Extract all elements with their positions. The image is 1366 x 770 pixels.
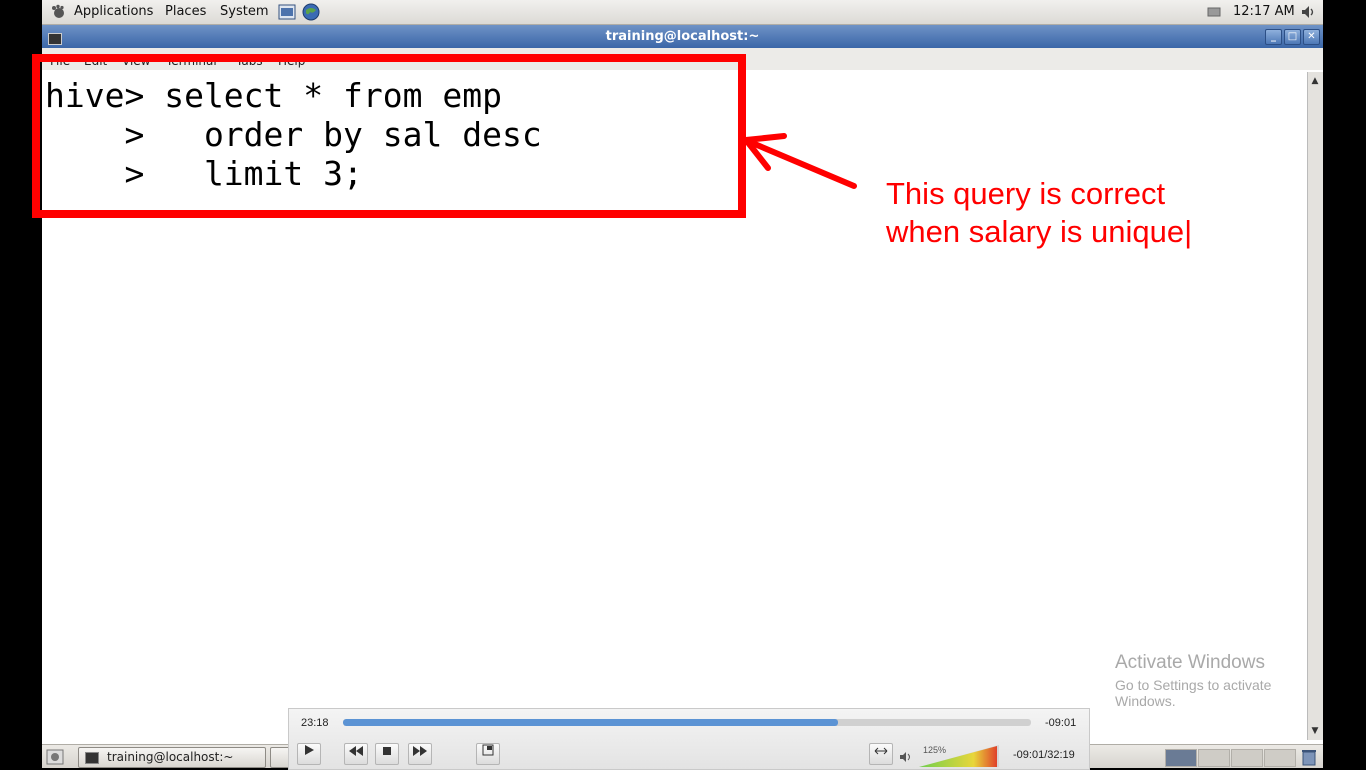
menu-file[interactable]: File xyxy=(50,54,70,68)
terminal-scrollbar[interactable]: ▲ ▼ xyxy=(1307,72,1323,740)
volume-icon[interactable] xyxy=(1300,4,1316,20)
stop-button[interactable] xyxy=(375,743,399,765)
desktop-screen: Applications Places System 12:17 AM trai… xyxy=(42,0,1323,768)
workspace-2[interactable] xyxy=(1198,749,1230,767)
menu-view[interactable]: View xyxy=(122,54,150,68)
seek-bar[interactable] xyxy=(343,719,1031,726)
video-player-controls: 23:18 -09:01 125% -09:01/32:19 xyxy=(288,708,1090,770)
show-desktop-icon[interactable] xyxy=(46,748,64,766)
menu-edit[interactable]: Edit xyxy=(84,54,107,68)
web-browser-launcher-icon[interactable] xyxy=(302,3,320,21)
activate-windows-title: Activate Windows xyxy=(1115,652,1265,673)
loop-button[interactable] xyxy=(869,743,893,765)
next-button[interactable] xyxy=(408,743,432,765)
top-panel: Applications Places System 12:17 AM xyxy=(42,0,1323,25)
scroll-down-icon[interactable]: ▼ xyxy=(1310,726,1320,736)
terminal-output[interactable]: hive> select * from emp > order by sal d… xyxy=(42,70,1306,740)
workspace-3[interactable] xyxy=(1231,749,1263,767)
play-icon xyxy=(305,745,314,755)
annotation-arrow-icon xyxy=(743,133,857,189)
terminal-line: hive> select * from emp xyxy=(45,76,502,115)
taskbar-terminal-label: training@localhost:~ xyxy=(107,750,234,764)
terminal-menubar: File Edit View Terminal Tabs Help xyxy=(42,48,1323,70)
clock[interactable]: 12:17 AM xyxy=(1233,3,1295,21)
annotation-text-line-1: This query is correct xyxy=(886,176,1166,211)
window-titlebar[interactable]: training@localhost:~ _ □ ✕ xyxy=(42,25,1323,48)
terminal-task-icon xyxy=(85,751,99,764)
fullscreen-icon xyxy=(482,744,494,756)
taskbar-terminal-button[interactable]: training@localhost:~ xyxy=(78,747,266,768)
workspace-1[interactable] xyxy=(1165,749,1197,767)
terminal-line: > limit 3; xyxy=(45,154,363,193)
terminal-window-icon[interactable] xyxy=(48,30,62,45)
time-total: -09:01/32:19 xyxy=(1013,749,1075,761)
places-menu[interactable]: Places xyxy=(165,3,206,21)
terminal-line: > order by sal desc xyxy=(45,115,542,154)
maximize-button[interactable]: □ xyxy=(1284,29,1301,45)
skip-forward-icon xyxy=(413,746,427,756)
menu-help[interactable]: Help xyxy=(278,54,305,68)
stop-icon xyxy=(383,747,391,755)
window-title: training@localhost:~ xyxy=(605,29,760,44)
workspace-4[interactable] xyxy=(1264,749,1296,767)
minimize-button[interactable]: _ xyxy=(1265,29,1282,45)
text-editor-launcher-icon[interactable] xyxy=(278,3,296,21)
play-button[interactable] xyxy=(297,743,321,765)
volume-slider[interactable] xyxy=(919,745,999,767)
previous-button[interactable] xyxy=(344,743,368,765)
trash-icon[interactable] xyxy=(1300,748,1318,766)
system-menu[interactable]: System xyxy=(220,3,268,21)
remaining-time: -09:01 xyxy=(1045,717,1077,729)
fullscreen-button[interactable] xyxy=(476,743,500,765)
close-button[interactable]: ✕ xyxy=(1303,29,1320,45)
elapsed-time: 23:18 xyxy=(301,717,329,729)
loop-icon xyxy=(874,747,888,755)
annotation-text-line-2: when salary is unique| xyxy=(886,214,1193,249)
menu-terminal[interactable]: Terminal xyxy=(166,54,217,68)
skip-back-icon xyxy=(349,746,363,756)
menu-tabs[interactable]: Tabs xyxy=(236,54,263,68)
network-icon[interactable] xyxy=(1207,6,1221,18)
speaker-icon[interactable] xyxy=(899,751,913,766)
applications-menu[interactable]: Applications xyxy=(74,3,153,21)
seek-bar-fill xyxy=(343,719,839,726)
gnome-foot-icon xyxy=(50,4,66,20)
activate-windows-subtitle: Go to Settings to activate Windows. xyxy=(1115,677,1272,709)
scroll-up-icon[interactable]: ▲ xyxy=(1310,76,1320,86)
